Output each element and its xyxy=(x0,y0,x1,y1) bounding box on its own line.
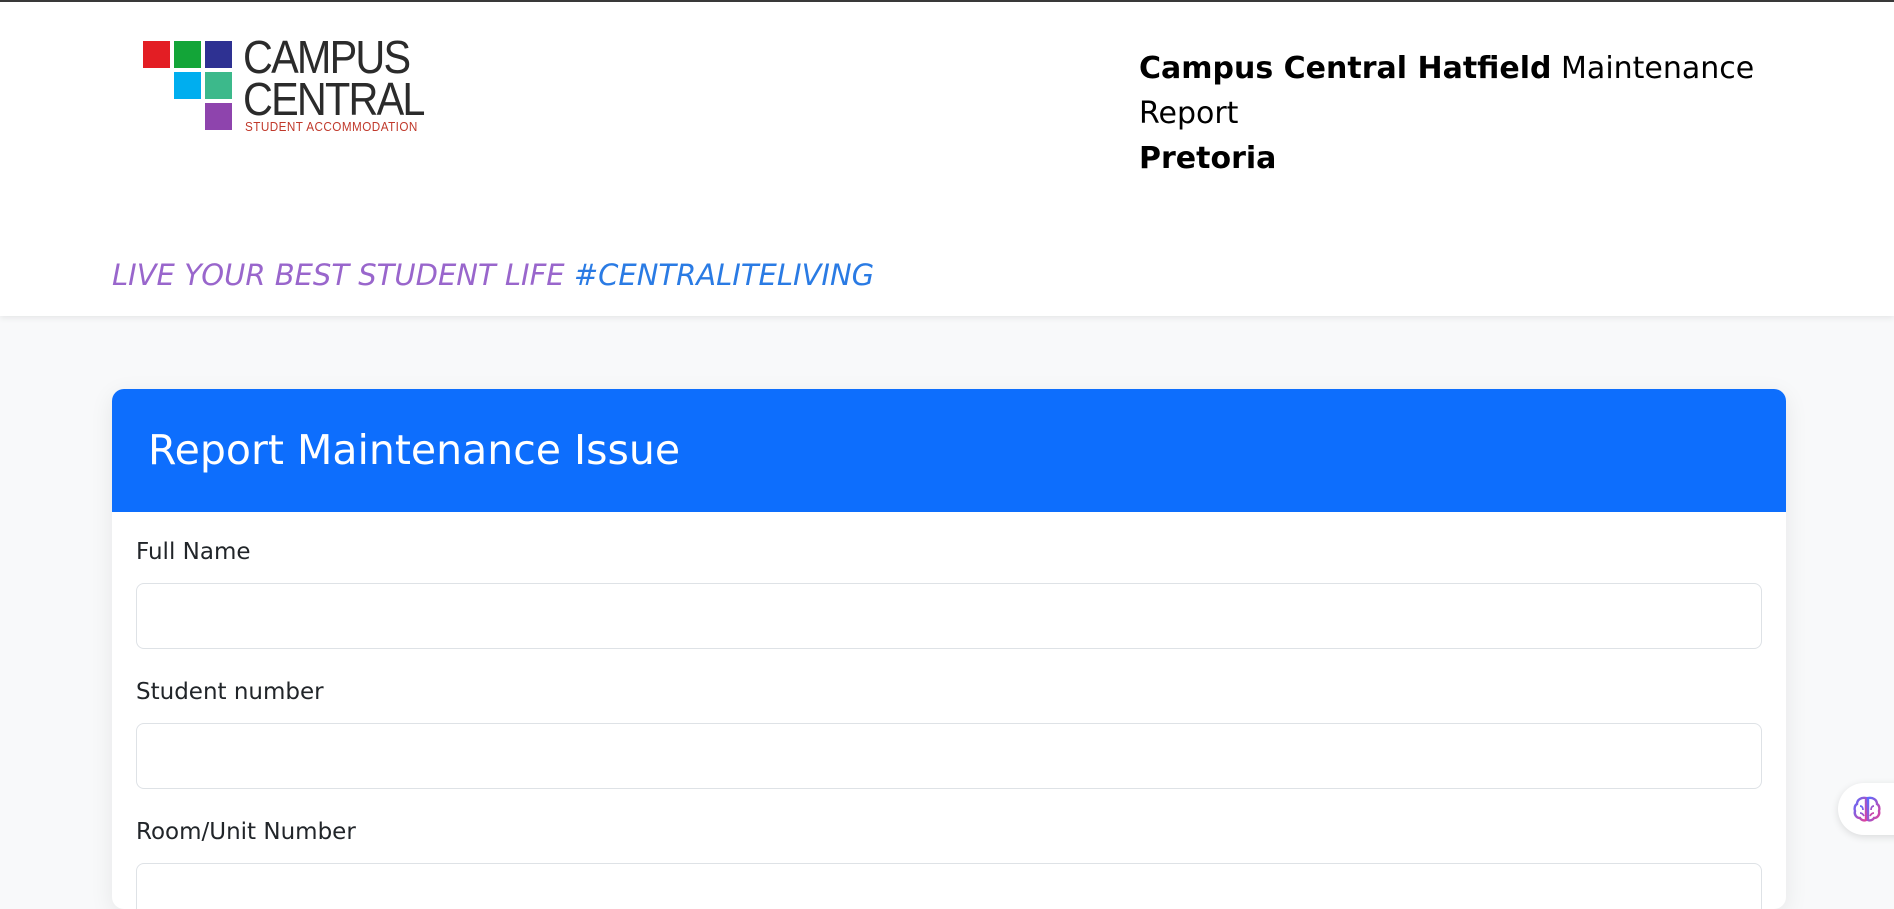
form-card-header: Report Maintenance Issue xyxy=(112,389,1786,512)
logo-square-red xyxy=(143,41,170,68)
full-name-input[interactable] xyxy=(136,583,1762,649)
student-number-label: Student number xyxy=(136,679,324,705)
logo-subtitle: STUDENT ACCOMMODATION xyxy=(245,119,418,134)
logo-square-teal xyxy=(205,72,232,99)
room-number-input[interactable] xyxy=(136,863,1762,909)
page-title: Campus Central Hatfield Maintenance Repo… xyxy=(1139,46,1859,181)
title-line2: Pretoria xyxy=(1139,141,1277,176)
campus-central-logo[interactable]: CAMPUS CENTRAL STUDENT ACCOMMODATION xyxy=(143,24,443,136)
logo-square-green xyxy=(174,41,201,68)
maintenance-form-card: Report Maintenance Issue Full Name Stude… xyxy=(112,389,1786,909)
logo-square-cyan xyxy=(174,72,201,99)
full-name-label: Full Name xyxy=(136,539,251,565)
brain-icon xyxy=(1853,796,1881,822)
tagline-hashtag: #CENTRALITELIVING xyxy=(564,258,875,292)
ai-assistant-button[interactable] xyxy=(1838,783,1894,835)
logo-square-purple xyxy=(205,103,232,130)
student-number-input[interactable] xyxy=(136,723,1762,789)
logo-square-navy xyxy=(205,41,232,68)
form-title: Report Maintenance Issue xyxy=(148,426,681,474)
tagline-text: LIVE YOUR BEST STUDENT LIFE xyxy=(112,258,565,292)
room-number-label: Room/Unit Number xyxy=(136,819,356,845)
site-header: CAMPUS CENTRAL STUDENT ACCOMMODATION Cam… xyxy=(0,2,1894,316)
title-bold: Campus Central Hatfield xyxy=(1139,51,1552,86)
logo-text-central: CENTRAL xyxy=(243,73,425,125)
tagline: LIVE YOUR BEST STUDENT LIFE #CENTRALITEL… xyxy=(112,258,874,292)
